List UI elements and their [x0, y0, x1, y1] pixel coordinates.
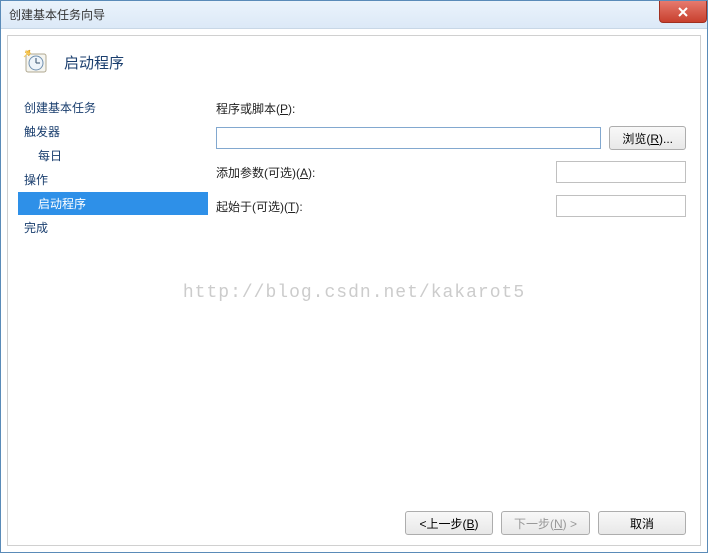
inner-panel: 启动程序 创建基本任务 触发器 每日 操作 启动程序 完成 程序或脚本(P): — [7, 35, 701, 546]
program-label: 程序或脚本(P): — [216, 100, 324, 117]
wizard-footer: <上一步(B) 下一步(N) > 取消 — [405, 511, 686, 535]
wizard-body: 创建基本任务 触发器 每日 操作 启动程序 完成 程序或脚本(P): 浏览(R)… — [8, 92, 700, 493]
program-input-row: 浏览(R)... — [216, 126, 686, 150]
program-label-row: 程序或脚本(P): — [216, 96, 686, 120]
form-area: 程序或脚本(P): 浏览(R)... 添加参数(可选)(A): 起始于(可选)(… — [208, 92, 700, 493]
startin-input[interactable] — [556, 195, 686, 217]
args-label: 添加参数(可选)(A): — [216, 164, 315, 181]
wizard-sidebar: 创建基本任务 触发器 每日 操作 启动程序 完成 — [8, 92, 208, 493]
clock-task-icon — [22, 48, 50, 76]
args-row: 添加参数(可选)(A): — [216, 160, 686, 184]
page-title: 启动程序 — [64, 52, 124, 73]
sidebar-item-finish[interactable]: 完成 — [18, 216, 208, 239]
wizard-header: 启动程序 — [8, 36, 700, 92]
startin-row: 起始于(可选)(T): — [216, 194, 686, 218]
window-title: 创建基本任务向导 — [9, 6, 105, 23]
sidebar-item-action[interactable]: 操作 — [18, 168, 208, 191]
browse-button[interactable]: 浏览(R)... — [609, 126, 686, 150]
sidebar-item-start-program[interactable]: 启动程序 — [18, 192, 208, 215]
sidebar-item-trigger-daily[interactable]: 每日 — [18, 144, 208, 167]
close-icon — [677, 6, 689, 18]
startin-label: 起始于(可选)(T): — [216, 198, 303, 215]
wizard-window: 创建基本任务向导 启动程序 — [0, 0, 708, 553]
back-button[interactable]: <上一步(B) — [405, 511, 493, 535]
next-button: 下一步(N) > — [501, 511, 590, 535]
sidebar-item-create-task[interactable]: 创建基本任务 — [18, 96, 208, 119]
titlebar: 创建基本任务向导 — [1, 1, 707, 29]
sidebar-item-trigger[interactable]: 触发器 — [18, 120, 208, 143]
content-area: 启动程序 创建基本任务 触发器 每日 操作 启动程序 完成 程序或脚本(P): — [1, 29, 707, 552]
close-button[interactable] — [659, 1, 707, 23]
args-input[interactable] — [556, 161, 686, 183]
program-input[interactable] — [216, 127, 601, 149]
cancel-button[interactable]: 取消 — [598, 511, 686, 535]
